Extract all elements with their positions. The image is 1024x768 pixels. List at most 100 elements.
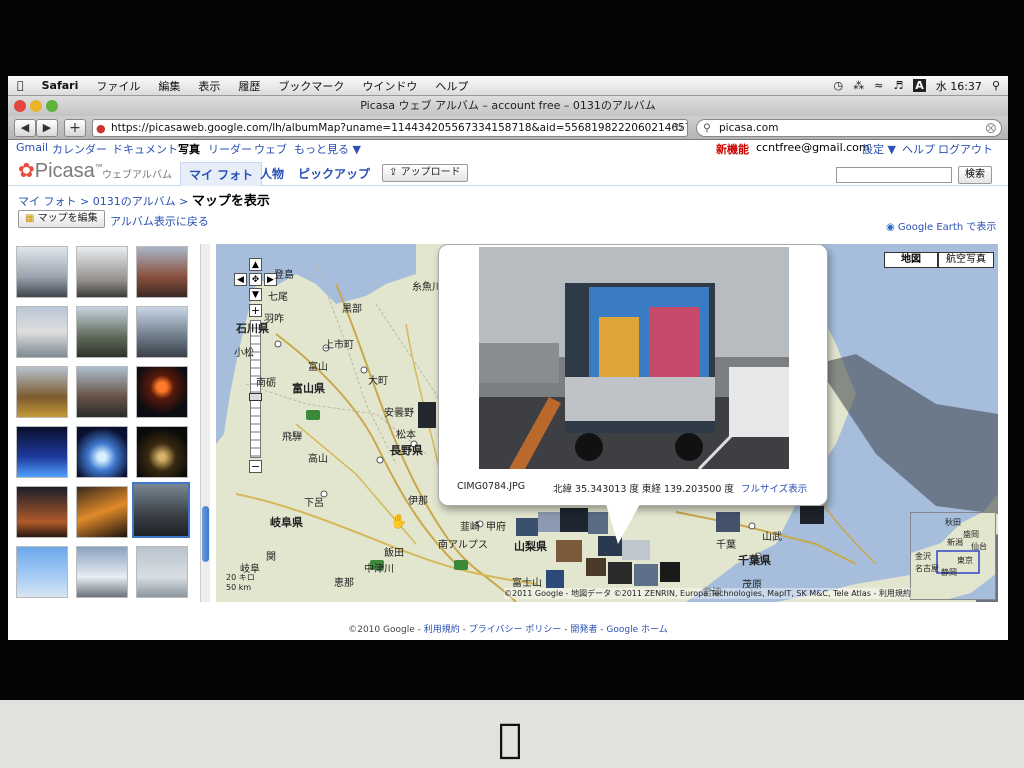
zoom-slider-handle[interactable] — [249, 393, 262, 401]
gbar-gmail[interactable]: Gmail — [16, 141, 48, 154]
footer-privacy[interactable]: プライバシー ポリシー — [469, 625, 562, 635]
gbar-calendar[interactable]: カレンダー — [52, 141, 107, 157]
footer-google-home[interactable]: Google ホーム — [606, 625, 667, 635]
gbar-logout[interactable]: ログアウト — [938, 141, 993, 157]
menu-window[interactable]: ウインドウ — [353, 78, 426, 94]
photo-thumbnail[interactable] — [76, 426, 128, 478]
pan-center-icon[interactable]: ✥ — [249, 273, 262, 286]
gbar-web[interactable]: ウェブ — [254, 141, 287, 157]
map-label: 恵那 — [334, 578, 354, 589]
tab-people[interactable]: 人物 — [252, 162, 292, 186]
photo-thumbnail[interactable] — [16, 366, 68, 418]
pan-left-icon[interactable]: ◀ — [234, 273, 247, 286]
popup-photo[interactable] — [479, 247, 789, 469]
photo-thumbnail[interactable] — [16, 546, 68, 598]
photo-thumbnail[interactable] — [136, 246, 188, 298]
photo-thumbnail[interactable] — [136, 366, 188, 418]
scrollbar-thumb[interactable] — [202, 506, 209, 562]
tab-my-photos[interactable]: マイ フォト — [180, 162, 263, 186]
zoom-in-button[interactable]: + — [249, 304, 262, 317]
picasa-sub: ウェブアルバム — [102, 170, 172, 181]
menu-bookmarks[interactable]: ブックマーク — [269, 78, 353, 94]
clear-search-icon[interactable]: ⨂ — [986, 120, 997, 136]
picasa-logo[interactable]: ✿Picasa™ — [18, 158, 103, 183]
map-view[interactable]: ▲ ◀ ✥ ▶ ▼ + − 登島 七尾 羽咋 黒部 糸魚川 石川県 小松 上市町… — [216, 244, 998, 602]
map-label: 石川県 — [236, 322, 269, 335]
apple-menu-icon[interactable]:  — [8, 79, 33, 92]
wifi-icon[interactable]: ≈ — [874, 79, 883, 92]
minimize-icon[interactable] — [30, 100, 42, 112]
footer-developers[interactable]: 開発者 — [570, 625, 597, 635]
menu-file[interactable]: ファイル — [87, 78, 149, 94]
clock[interactable]: 水 16:37 — [936, 78, 982, 94]
gbar-more[interactable]: もっと見る ▼ — [294, 141, 361, 157]
map-edit-icon: ▦ — [25, 213, 35, 224]
map-copyright[interactable]: ©2011 Google - 地図データ ©2011 ZENRIN, Europ… — [504, 588, 911, 599]
map-label: 富士山 — [512, 578, 542, 589]
fullsize-link[interactable]: フルサイズ表示 — [741, 481, 807, 495]
bluetooth-icon[interactable]: ⁂ — [853, 79, 864, 92]
spotlight-icon[interactable]: ⚲ — [992, 79, 1000, 92]
photo-thumbnail[interactable] — [76, 246, 128, 298]
photo-thumbnail[interactable] — [136, 426, 188, 478]
photo-thumbnail[interactable] — [76, 486, 128, 538]
thumbnail-scrollbar[interactable] — [200, 244, 210, 602]
google-earth-link[interactable]: ◉ Google Earth で表示 — [886, 218, 996, 233]
gbar-settings[interactable]: 設定 ▼ — [862, 141, 896, 157]
crumb-root[interactable]: マイ フォト — [18, 195, 77, 208]
map-type-button[interactable]: 地図 — [884, 252, 938, 268]
overview-minimap[interactable]: 秋田 盛岡 仙台 新潟 金沢 名古屋 東京 静岡 — [910, 512, 996, 600]
zoom-icon[interactable] — [46, 100, 58, 112]
edit-map-button[interactable]: ▦ マップを編集 — [18, 210, 105, 228]
photo-thumbnail[interactable] — [16, 426, 68, 478]
zoom-out-button[interactable]: − — [249, 460, 262, 473]
crumb-album[interactable]: 0131のアルバム — [93, 195, 176, 208]
search-button[interactable]: 検索 — [958, 166, 992, 184]
forward-button[interactable]: ▶ — [36, 119, 58, 137]
photo-thumbnail[interactable] — [16, 486, 68, 538]
gbar-docs[interactable]: ドキュメント — [112, 141, 178, 157]
zoom-slider[interactable] — [249, 320, 262, 458]
url-input[interactable]: ● https://picasaweb.google.com/lh/albumM… — [92, 119, 688, 137]
back-button[interactable]: ◀ — [14, 119, 36, 137]
apple-logo-icon:  — [487, 716, 533, 762]
satellite-type-button[interactable]: 航空写真 — [938, 252, 994, 268]
volume-icon[interactable]: ♬ — [893, 79, 903, 92]
input-method-icon[interactable]: A — [913, 79, 926, 92]
map-label: 飛騨 — [282, 432, 302, 443]
search-input[interactable]: ⚲ picasa.com ⨂ — [696, 119, 1002, 137]
menu-app[interactable]: Safari — [33, 79, 88, 92]
menu-history[interactable]: 履歴 — [229, 78, 269, 94]
gbar-photos[interactable]: 写真 — [178, 141, 200, 157]
pan-down-icon[interactable]: ▼ — [249, 288, 262, 301]
pinwheel-icon: ✿ — [18, 160, 35, 182]
gbar-reader[interactable]: リーダー — [208, 141, 252, 157]
gbar-help[interactable]: ヘルプ — [902, 141, 935, 157]
menu-view[interactable]: 表示 — [189, 78, 229, 94]
map-label: 岐阜県 — [270, 516, 303, 529]
photo-thumbnail[interactable] — [16, 306, 68, 358]
photo-thumbnail[interactable] — [76, 546, 128, 598]
photo-thumbnail[interactable] — [136, 306, 188, 358]
tab-explore[interactable]: ピックアップ — [290, 162, 378, 186]
map-label: 七尾 — [268, 292, 288, 303]
photo-thumbnail[interactable] — [136, 546, 188, 598]
url-text: https://picasaweb.google.com/lh/albumMap… — [111, 122, 688, 134]
photo-search-input[interactable] — [836, 167, 952, 183]
photo-thumbnail-selected[interactable] — [132, 482, 190, 538]
menu-help[interactable]: ヘルプ — [426, 78, 477, 94]
gbar-new-feature[interactable]: 新機能 — [716, 141, 749, 157]
upload-icon: ⇪ — [389, 167, 398, 178]
add-bookmark-button[interactable]: + — [64, 119, 86, 137]
menu-edit[interactable]: 編集 — [149, 78, 189, 94]
pan-up-icon[interactable]: ▲ — [249, 258, 262, 271]
photo-thumbnail[interactable] — [76, 306, 128, 358]
back-to-album-link[interactable]: アルバム表示に戻る — [110, 213, 209, 229]
time-machine-icon[interactable]: ◷ — [834, 79, 844, 92]
close-icon[interactable] — [14, 100, 26, 112]
reload-icon[interactable]: ↻ — [674, 120, 683, 136]
photo-thumbnail[interactable] — [76, 366, 128, 418]
photo-thumbnail[interactable] — [16, 246, 68, 298]
upload-button[interactable]: ⇪ アップロード — [382, 164, 468, 182]
footer-terms[interactable]: 利用規約 — [424, 625, 460, 635]
